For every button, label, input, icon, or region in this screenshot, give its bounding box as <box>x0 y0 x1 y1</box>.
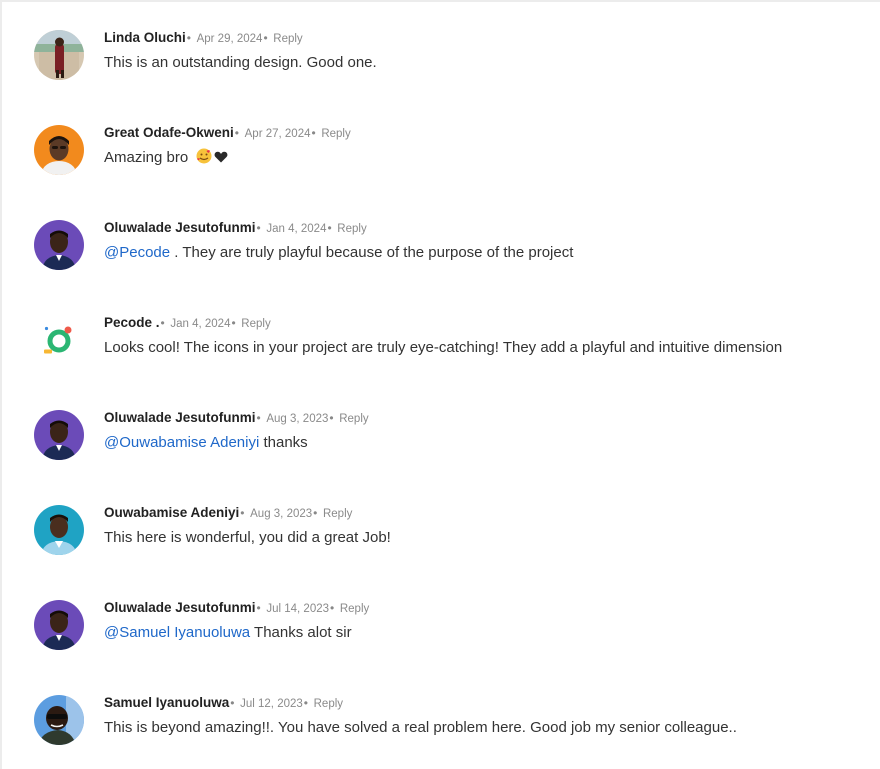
comment-body: Thanks alot sir <box>250 624 352 641</box>
comment-text: @Samuel Iyanuoluwa Thanks alot sir <box>104 623 352 643</box>
reply-link[interactable]: Reply <box>339 413 368 425</box>
comment-date: Apr 27, 2024 <box>244 128 311 140</box>
comment-item: Oluwalade Jesutofunmi• Jul 14, 2023• Rep… <box>34 600 854 660</box>
separator-dot: • <box>186 31 191 45</box>
separator-dot: • <box>313 506 318 520</box>
separator-dot: • <box>160 316 165 330</box>
separator-dot: • <box>240 506 245 520</box>
comment-body: This is an outstanding design. Good one. <box>104 54 377 71</box>
avatar[interactable] <box>34 505 84 555</box>
separator-dot: • <box>256 221 261 235</box>
comment-text: This is an outstanding design. Good one. <box>104 53 377 73</box>
separator-dot: • <box>256 411 261 425</box>
face-with-hearts-icon <box>196 148 212 170</box>
comment-date: Jan 4, 2024 <box>170 318 231 330</box>
comment-date: Jul 14, 2023 <box>266 603 330 615</box>
separator-dot: • <box>329 411 334 425</box>
avatar-photo-icon <box>34 505 84 555</box>
comment-text: This is beyond amazing!!. You have solve… <box>104 718 737 738</box>
separator-dot: • <box>330 601 335 615</box>
comment-body: Amazing bro <box>104 149 189 166</box>
comment-item: Oluwalade Jesutofunmi• Jan 4, 2024• Repl… <box>34 220 854 280</box>
comment-meta: Pecode .• Jan 4, 2024• Reply <box>104 315 271 332</box>
comment-text: This here is wonderful, you did a great … <box>104 528 391 548</box>
avatar-photo-icon <box>34 220 84 270</box>
comment-body: This is beyond amazing!!. You have solve… <box>104 719 737 736</box>
comment-meta: Samuel Iyanuoluwa• Jul 12, 2023• Reply <box>104 695 343 712</box>
reply-link[interactable]: Reply <box>241 318 270 330</box>
pecode-logo-icon <box>34 315 84 365</box>
avatar[interactable] <box>34 125 84 175</box>
author-name[interactable]: Pecode . <box>104 315 160 330</box>
comment-meta: Oluwalade Jesutofunmi• Aug 3, 2023• Repl… <box>104 410 369 427</box>
avatar[interactable] <box>34 30 84 80</box>
comment-date: Aug 3, 2023 <box>266 413 329 425</box>
avatar[interactable] <box>34 315 84 365</box>
avatar[interactable] <box>34 695 84 745</box>
comment-text: Looks cool! The icons in your project ar… <box>104 338 782 358</box>
separator-dot: • <box>327 221 332 235</box>
top-border <box>0 0 880 2</box>
comment-text: @Pecode . They are truly playful because… <box>104 243 573 263</box>
avatar[interactable] <box>34 600 84 650</box>
comment-item: Samuel Iyanuoluwa• Jul 12, 2023• Reply T… <box>34 695 854 755</box>
comment-date: Jan 4, 2024 <box>266 223 327 235</box>
comment-meta: Ouwabamise Adeniyi• Aug 3, 2023• Reply <box>104 505 352 522</box>
mention-link[interactable]: @Ouwabamise Adeniyi <box>104 434 259 451</box>
separator-dot: • <box>231 316 236 330</box>
separator-dot: • <box>256 601 261 615</box>
comment-body: Looks cool! The icons in your project ar… <box>104 339 783 356</box>
comment-item: Ouwabamise Adeniyi• Aug 3, 2023• Reply T… <box>34 505 854 565</box>
comment-text: @Ouwabamise Adeniyi thanks <box>104 433 308 453</box>
left-border <box>0 0 2 769</box>
author-name[interactable]: Great Odafe-Okweni <box>104 125 234 140</box>
comment-body: This here is wonderful, you did a great … <box>104 529 391 546</box>
comment-item: Oluwalade Jesutofunmi• Aug 3, 2023• Repl… <box>34 410 854 470</box>
separator-dot: • <box>230 696 235 710</box>
reply-link[interactable]: Reply <box>321 128 350 140</box>
comment-item: Great Odafe-Okweni• Apr 27, 2024• Reply … <box>34 125 854 185</box>
reply-link[interactable]: Reply <box>323 508 352 520</box>
avatar-photo-icon <box>34 695 84 745</box>
author-name[interactable]: Oluwalade Jesutofunmi <box>104 600 256 615</box>
separator-dot: • <box>263 31 268 45</box>
comment-item: Pecode .• Jan 4, 2024• Reply Looks cool!… <box>34 315 854 375</box>
mention-link[interactable]: @Pecode <box>104 244 170 261</box>
author-name[interactable]: Ouwabamise Adeniyi <box>104 505 239 520</box>
avatar[interactable] <box>34 220 84 270</box>
comment-body: thanks <box>259 434 308 451</box>
reply-link[interactable]: Reply <box>337 223 366 235</box>
comment-date: Apr 29, 2024 <box>196 33 263 45</box>
author-name[interactable]: Oluwalade Jesutofunmi <box>104 410 256 425</box>
comment-meta: Oluwalade Jesutofunmi• Jan 4, 2024• Repl… <box>104 220 367 237</box>
black-heart-icon <box>214 150 228 170</box>
mention-link[interactable]: @Samuel Iyanuoluwa <box>104 624 250 641</box>
comment-meta: Great Odafe-Okweni• Apr 27, 2024• Reply <box>104 125 351 142</box>
reply-link[interactable]: Reply <box>340 603 369 615</box>
comment-meta: Linda Oluchi• Apr 29, 2024• Reply <box>104 30 303 47</box>
comment-meta: Oluwalade Jesutofunmi• Jul 14, 2023• Rep… <box>104 600 369 617</box>
avatar-photo-icon <box>34 410 84 460</box>
comment-item: Linda Oluchi• Apr 29, 2024• Reply This i… <box>34 30 854 90</box>
reply-link[interactable]: Reply <box>273 33 302 45</box>
comment-date: Aug 3, 2023 <box>250 508 313 520</box>
author-name[interactable]: Oluwalade Jesutofunmi <box>104 220 256 235</box>
comment-body: . They are truly playful because of the … <box>170 244 574 261</box>
reply-link[interactable]: Reply <box>314 698 343 710</box>
separator-dot: • <box>234 126 239 140</box>
author-name[interactable]: Samuel Iyanuoluwa <box>104 695 229 710</box>
avatar-photo-icon <box>34 30 84 80</box>
avatar-photo-icon <box>34 125 84 175</box>
separator-dot: • <box>303 696 308 710</box>
author-name[interactable]: Linda Oluchi <box>104 30 186 45</box>
comment-date: Jul 12, 2023 <box>240 698 303 710</box>
avatar-photo-icon <box>34 600 84 650</box>
comment-text: Amazing bro <box>104 148 228 170</box>
separator-dot: • <box>311 126 316 140</box>
avatar[interactable] <box>34 410 84 460</box>
